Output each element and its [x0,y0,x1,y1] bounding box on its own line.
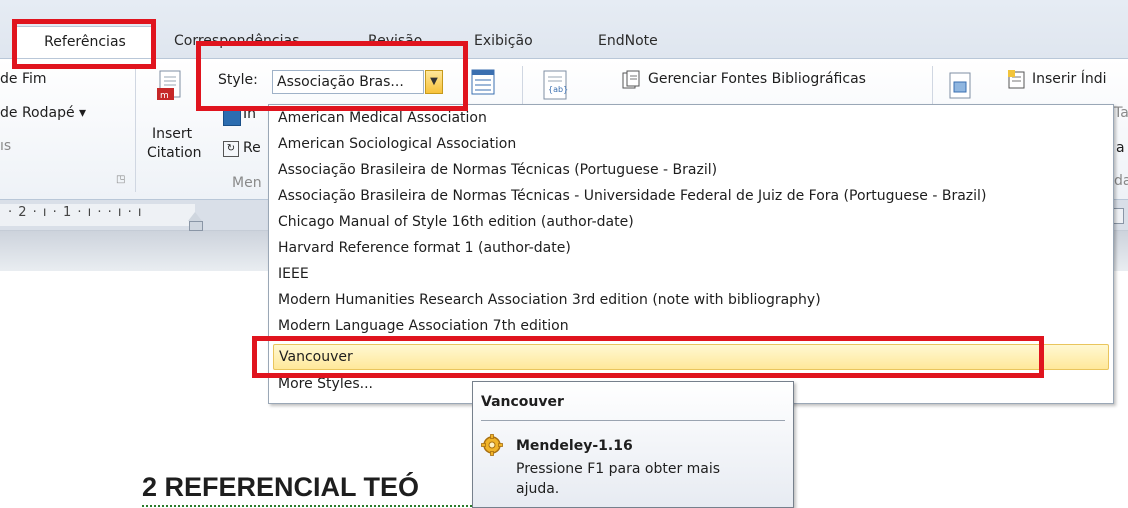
insert-index-icon[interactable] [1008,70,1026,90]
tooltip-divider [481,420,785,421]
insert-caption-icon[interactable]: {ab} [542,70,572,102]
insert-citation-icon[interactable]: m [157,70,185,102]
style-option-chicago[interactable]: Chicago Manual of Style 16th edition (au… [278,209,1108,235]
svg-text:m: m [160,91,169,101]
ribbon-fragment-ta: Ta [1114,105,1128,121]
refresh-icon[interactable]: ↻ [223,141,239,157]
ribbon-group-label-notas: ıs [0,138,12,154]
bibliography-format-icon[interactable] [470,68,496,98]
annotation-box-style [196,41,468,111]
style-option-harvard[interactable]: Harvard Reference format 1 (author-date) [278,235,1108,261]
insert-citation-label[interactable]: Insert [152,126,192,142]
ribbon-separator [135,66,136,192]
annotation-box-vancouver [252,336,1044,378]
ribbon-notas-rodape[interactable]: de Rodapé ▾ [0,105,86,121]
spellcheck-underline [142,502,472,507]
ribbon-fragment-da: da [1114,173,1128,189]
style-option-asa[interactable]: American Sociological Association [278,131,1108,157]
gerenciar-fontes-button[interactable]: Gerenciar Fontes Bibliográficas [648,71,866,87]
ribbon-notas-fim[interactable]: de Fim [0,71,47,87]
ribbon-group-label-mendeley: Men [232,175,262,191]
insert-citation-label-2[interactable]: Citation [147,145,202,161]
insert-bibliography-icon[interactable] [223,110,241,126]
document-heading: 2 REFERENCIAL TEÓ [142,472,420,502]
style-option-abnt[interactable]: Associação Brasileira de Normas Técnicas… [278,157,1108,183]
ribbon-tab-strip [0,0,1128,58]
tab-endnote[interactable]: EndNote [598,28,658,56]
indent-marker-icon[interactable] [188,212,202,221]
tooltip-help-line-2: ajuda. [516,481,560,497]
ribbon-fragment-a: a [1116,140,1125,156]
left-indent-marker-icon[interactable] [189,221,203,231]
style-option-ieee[interactable]: IEEE [278,261,1108,287]
tooltip-help-line-1: Pressione F1 para obter mais [516,461,721,477]
tooltip-title: Vancouver [481,394,564,410]
ruler-ticks: · 2 · ı · 1 · ı · · ı · ı [8,205,143,220]
vancouver-tooltip: Vancouver Mendeley-1.16 Pressione F1 par… [472,381,794,508]
plugin-gear-icon [481,434,503,456]
inserir-indice-button[interactable]: Inserir Índi [1032,71,1107,87]
mark-entry-icon[interactable] [948,72,974,100]
style-option-abnt-ufjf[interactable]: Associação Brasileira de Normas Técnicas… [278,183,1108,209]
manage-sources-icon[interactable] [622,70,642,90]
svg-text:{ab}: {ab} [548,85,568,94]
ribbon-re-label[interactable]: Re [243,140,261,156]
annotation-box-referencias [12,19,156,69]
style-option-mhra[interactable]: Modern Humanities Research Association 3… [278,287,1108,313]
tooltip-plugin-name: Mendeley-1.16 [516,438,633,454]
tab-exibicao[interactable]: Exibição [474,28,533,56]
dialog-launcher-icon[interactable]: ◳ [116,174,125,185]
